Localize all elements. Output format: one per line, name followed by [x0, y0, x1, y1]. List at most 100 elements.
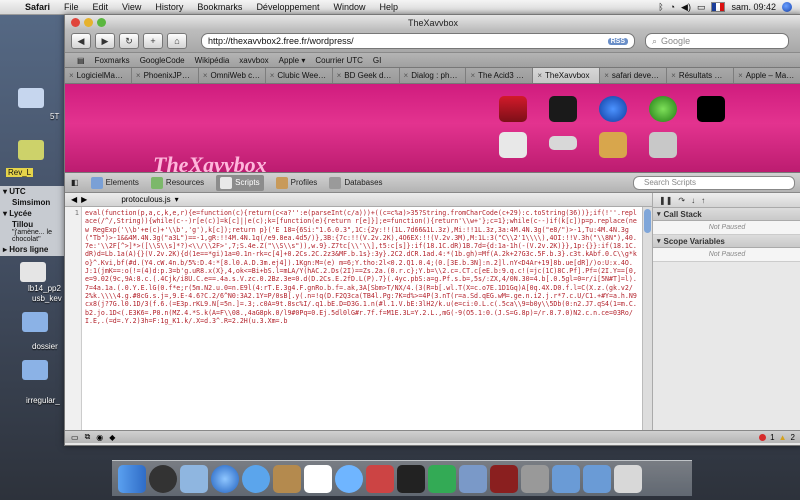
drive-icon[interactable]: [549, 136, 577, 150]
close-tab-icon[interactable]: ×: [738, 71, 743, 80]
step-into-icon[interactable]: ↓: [691, 196, 695, 205]
bookmark-item[interactable]: xavvbox: [239, 56, 268, 65]
tab[interactable]: × safari deve…: [600, 68, 668, 83]
source-code[interactable]: eval(function(p,a,c,k,e,r){e=function(c)…: [82, 207, 642, 430]
close-tab-icon[interactable]: ×: [136, 71, 141, 80]
tool-elements[interactable]: Elements: [90, 176, 139, 189]
leaf-icon[interactable]: [649, 96, 677, 122]
title-bar[interactable]: TheXavvbox: [65, 15, 800, 30]
tab[interactable]: × LogicielMa…: [65, 68, 132, 83]
close-tab-icon[interactable]: ×: [604, 71, 609, 80]
finder-icon[interactable]: [118, 465, 146, 493]
volume-icon[interactable]: ◀): [681, 2, 691, 13]
frontrow-icon[interactable]: [549, 96, 577, 122]
trash-icon[interactable]: [614, 465, 642, 493]
battery-icon[interactable]: ▭: [697, 2, 706, 13]
menu-file[interactable]: File: [57, 2, 86, 12]
address-field[interactable]: http://thexavvbox2.free.fr/wordpress/ RS…: [201, 33, 635, 49]
tab-active[interactable]: × TheXavvbox: [533, 68, 601, 83]
tool-profiles[interactable]: Profiles: [275, 176, 317, 189]
close-tab-icon[interactable]: ×: [337, 71, 342, 80]
clock[interactable]: sam. 09:42: [731, 2, 776, 12]
menu-bookmarks[interactable]: Bookmarks: [190, 2, 249, 12]
safari-icon[interactable]: [211, 465, 239, 493]
ichat-icon[interactable]: [242, 465, 270, 493]
bookmarks-icon[interactable]: ▤: [77, 56, 85, 65]
tab[interactable]: × OmniWeb c…: [198, 68, 266, 83]
chevron-down-icon[interactable]: ▾: [175, 195, 179, 204]
bookmark-item[interactable]: Apple ▾: [279, 56, 306, 65]
spotlight-icon[interactable]: [782, 2, 792, 12]
package-icon[interactable]: [599, 132, 627, 158]
folder-icon[interactable]: [18, 88, 44, 108]
back-button[interactable]: ◀: [71, 33, 91, 49]
close-tab-icon[interactable]: ×: [404, 71, 409, 80]
dashboard-icon[interactable]: [149, 465, 177, 493]
close-tab-icon[interactable]: ×: [69, 71, 74, 80]
photobooth-icon[interactable]: [366, 465, 394, 493]
menu-edit[interactable]: Edit: [86, 2, 116, 12]
call-stack-header[interactable]: ▾ Call Stack: [653, 208, 800, 221]
menu-history[interactable]: History: [148, 2, 190, 12]
rss-icon[interactable]: RSS: [607, 37, 628, 45]
step-over-icon[interactable]: ↷: [678, 196, 685, 205]
buddy-group[interactable]: ▸ Hors ligne: [0, 244, 64, 255]
dock-toggle-icon[interactable]: ⧉: [85, 432, 91, 442]
dock-inspector-icon[interactable]: ◧: [71, 178, 79, 187]
bookmark-item[interactable]: Courrier UTC: [315, 56, 363, 65]
close-tab-icon[interactable]: ×: [270, 71, 275, 80]
tool-resources[interactable]: Resources: [150, 176, 204, 189]
folder-icon[interactable]: [583, 465, 611, 493]
buddy-group[interactable]: ▾ UTC: [0, 186, 64, 197]
vertical-scrollbar[interactable]: [642, 207, 652, 430]
scope-variables-header[interactable]: ▾ Scope Variables: [653, 235, 800, 248]
tool-databases[interactable]: Databases: [329, 176, 383, 189]
menu-help[interactable]: Help: [373, 2, 406, 12]
file-icon[interactable]: [20, 262, 46, 282]
tab[interactable]: × PhoenixJP…: [131, 68, 199, 83]
buddy-group[interactable]: ▾ Lycée: [0, 208, 64, 219]
line-gutter[interactable]: 1 2: [65, 207, 82, 430]
xcode-icon[interactable]: [459, 465, 487, 493]
close-tab-icon[interactable]: ×: [537, 71, 542, 80]
forward-button[interactable]: ▶: [95, 33, 115, 49]
itunes-icon[interactable]: [335, 465, 363, 493]
css-icon[interactable]: [499, 132, 527, 158]
pause-icon[interactable]: ❚❚: [659, 196, 672, 205]
scroll-thumb[interactable]: [644, 209, 651, 233]
folder-icon[interactable]: [18, 140, 44, 160]
tab[interactable]: × Dialog : ph…: [399, 68, 467, 83]
menu-window[interactable]: Window: [326, 2, 372, 12]
folder-icon[interactable]: [552, 465, 580, 493]
script-selector[interactable]: ◀ ▶ protoculous.js ▾: [65, 193, 652, 207]
menu-app[interactable]: Safari: [18, 2, 57, 12]
bookmark-item[interactable]: GoogleCode: [140, 56, 185, 65]
bookmark-item[interactable]: Foxmarks: [95, 56, 130, 65]
buddy-item[interactable]: Tillou "j'amène... le chocolat": [0, 219, 64, 244]
close-tab-icon[interactable]: ×: [203, 71, 208, 80]
tab[interactable]: × Résultats …: [667, 68, 735, 83]
forward-icon[interactable]: ▶: [81, 195, 87, 204]
menu-develop[interactable]: Développement: [249, 2, 326, 12]
step-out-icon[interactable]: ↑: [701, 196, 705, 205]
script-file-name[interactable]: protoculous.js: [121, 195, 170, 204]
tool-scripts[interactable]: Scripts: [216, 174, 264, 191]
facetime-icon[interactable]: [697, 96, 725, 122]
chair-icon[interactable]: [499, 96, 527, 122]
pause-on-exceptions-icon[interactable]: ◉: [96, 433, 103, 442]
bookmark-item[interactable]: Wikipédia: [195, 56, 230, 65]
system-preferences-icon[interactable]: [521, 465, 549, 493]
breakpoints-icon[interactable]: ◆: [109, 433, 115, 442]
tab[interactable]: × The Acid3 …: [466, 68, 534, 83]
mail-icon[interactable]: [180, 465, 208, 493]
address-book-icon[interactable]: [273, 465, 301, 493]
folder-icon[interactable]: [22, 312, 48, 332]
reload-button[interactable]: ↻: [119, 33, 139, 49]
tab[interactable]: × Clubic Wee…: [265, 68, 333, 83]
tab[interactable]: × BD Geek d…: [332, 68, 400, 83]
close-tab-icon[interactable]: ×: [470, 71, 475, 80]
dock-icon[interactable]: [649, 132, 677, 158]
console-icon[interactable]: ▭: [71, 433, 79, 442]
scripts-search-input[interactable]: Search Scripts: [633, 175, 795, 190]
wifi-icon[interactable]: ◔: [670, 2, 675, 12]
